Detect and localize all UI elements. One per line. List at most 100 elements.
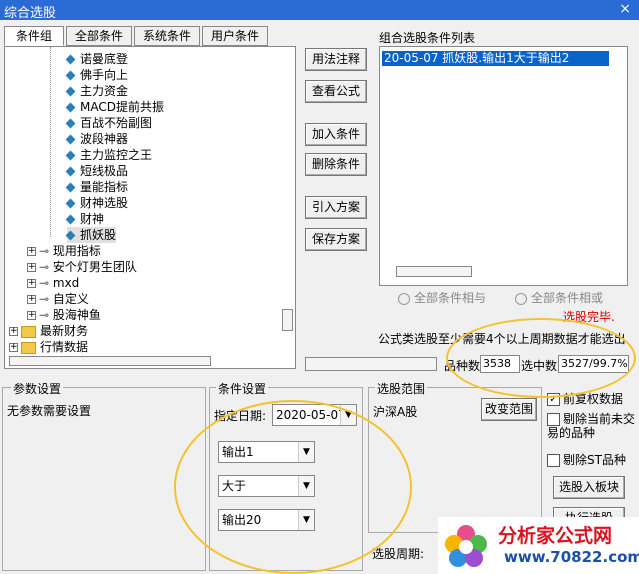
watermark-url: www.70822.com <box>504 548 639 566</box>
tree-item[interactable]: 短线极品 <box>65 163 128 179</box>
tab-all-conditions[interactable]: 全部条件 <box>66 26 132 46</box>
tree-item[interactable]: 财神选股 <box>65 195 128 211</box>
right-operand-select[interactable]: 输出20 ▼ <box>218 509 315 531</box>
tree-group[interactable]: + ⊸ 自定义 <box>27 291 89 307</box>
flower-logo-icon <box>445 525 487 567</box>
formula-icon <box>65 166 76 177</box>
chevron-down-icon[interactable]: ▼ <box>340 405 356 425</box>
date-picker[interactable]: 2020-05-07 ▼ <box>272 404 357 426</box>
tree-group[interactable]: + ⊸ 现用指标 <box>27 243 101 259</box>
tree-item[interactable]: 百战不殆副图 <box>65 115 152 131</box>
formula-icon <box>65 198 76 209</box>
formula-icon <box>65 150 76 161</box>
tab-user-conditions[interactable]: 用户条件 <box>202 26 268 46</box>
exclude-suspended-checkbox[interactable]: 剔除当前未交易的品种 <box>547 412 637 440</box>
condition-settings-title: 条件设置 <box>216 380 269 397</box>
tree-group[interactable]: + ⊸ mxd <box>27 275 79 291</box>
params-group: 参数设置 无参数需要设置 <box>2 380 206 571</box>
range-value: 沪深A股 <box>373 405 418 419</box>
view-formula-button[interactable]: 查看公式 <box>305 80 367 103</box>
formula-icon <box>65 70 76 81</box>
condition-settings-group: 条件设置 指定日期: 2020-05-07 ▼ 输出1 ▼ 大于 ▼ 输出20 ▼ <box>209 380 363 571</box>
expand-icon[interactable]: + <box>27 295 36 304</box>
params-title: 参数设置 <box>11 380 64 397</box>
checkbox-icon <box>547 413 560 426</box>
condition-list-title: 组合选股条件列表 <box>379 31 476 45</box>
selected-count-field: 3527/99.7% <box>558 355 629 373</box>
tree-item[interactable]: 财神 <box>65 211 104 227</box>
exclude-st-checkbox[interactable]: 剔除ST品种 <box>547 451 626 468</box>
horizontal-scrollbar[interactable] <box>396 266 472 277</box>
formula-icon <box>65 54 76 65</box>
tree-folder[interactable]: + 行情数据 <box>9 339 88 355</box>
save-plan-button[interactable]: 保存方案 <box>305 228 367 251</box>
radio-icon <box>398 292 410 305</box>
range-title: 选股范围 <box>375 380 428 397</box>
formula-icon <box>65 134 76 145</box>
folder-icon <box>21 341 36 354</box>
pre-adjust-checkbox[interactable]: ✓ 前复权数据 <box>547 390 623 407</box>
import-plan-button[interactable]: 引入方案 <box>305 196 367 219</box>
stock-count-field: 3538 <box>480 355 520 373</box>
formula-icon <box>65 182 76 193</box>
operator-select[interactable]: 大于 ▼ <box>218 475 315 497</box>
expand-icon[interactable]: + <box>9 343 18 352</box>
tree-item[interactable]: 主力监控之王 <box>65 147 152 163</box>
checkbox-checked-icon: ✓ <box>547 393 560 406</box>
tree-item[interactable]: 主力资金 <box>65 83 128 99</box>
to-board-button[interactable]: 选股入板块 <box>553 476 625 499</box>
formula-icon <box>65 230 76 241</box>
tree-item[interactable]: 诺曼底登 <box>65 51 128 67</box>
tree-item[interactable]: 波段神器 <box>65 131 128 147</box>
selected-count-label: 选中数 <box>521 359 558 373</box>
condition-tree[interactable]: 诺曼底登 佛手向上 主力资金 MACD提前共振 百战不殆副图 波段神器 主力监控… <box>4 46 296 369</box>
formula-icon <box>65 118 76 129</box>
chevron-down-icon[interactable]: ▼ <box>298 510 314 530</box>
logic-or-radio[interactable]: 全部条件相或 <box>515 289 603 306</box>
change-range-button[interactable]: 改变范围 <box>481 398 537 421</box>
tree-group[interactable]: + ⊸ 股海神鱼 <box>27 307 101 323</box>
watermark: 分析家公式网 www.70822.com <box>438 517 639 574</box>
tree-folder[interactable]: + 最新财务 <box>9 323 88 339</box>
chevron-down-icon[interactable]: ▼ <box>298 442 314 462</box>
logic-and-radio[interactable]: 全部条件相与 <box>398 289 486 306</box>
condition-list-item[interactable]: 20-05-07 抓妖股.输出1大于输出2 <box>382 51 609 66</box>
range-group: 选股范围 沪深A股 改变范围 <box>368 380 542 533</box>
delete-condition-button[interactable]: 删除条件 <box>305 153 367 176</box>
vertical-scrollbar[interactable] <box>282 309 293 331</box>
radio-icon <box>515 292 527 305</box>
left-operand-select[interactable]: 输出1 ▼ <box>218 441 315 463</box>
tree-item[interactable]: 量能指标 <box>65 179 128 195</box>
tree-item-selected[interactable]: 抓妖股 <box>65 227 117 243</box>
tree-group[interactable]: + ⊸ 安个灯男生团队 <box>27 259 137 275</box>
add-condition-button[interactable]: 加入条件 <box>305 123 367 146</box>
chevron-down-icon[interactable]: ▼ <box>298 476 314 496</box>
formula-icon <box>65 214 76 225</box>
tree-item[interactable]: MACD提前共振 <box>65 99 164 115</box>
usage-button[interactable]: 用法注释 <box>305 48 367 71</box>
watermark-brand: 分析家公式网 <box>498 525 613 547</box>
title-bar: 综合选股 × <box>0 0 639 21</box>
horizontal-scrollbar[interactable] <box>9 356 211 366</box>
status-done: 选股完毕. <box>563 310 615 324</box>
period-label: 选股周期: <box>372 547 425 561</box>
window-title: 综合选股 <box>4 6 57 21</box>
stock-count-label: 品种数 <box>444 359 481 373</box>
close-icon[interactable]: × <box>619 1 631 17</box>
expand-icon[interactable]: + <box>9 327 18 336</box>
formula-icon <box>65 102 76 113</box>
tab-condition-group[interactable]: 条件组 <box>4 26 64 46</box>
date-label: 指定日期: <box>214 409 267 423</box>
folder-icon <box>21 325 36 338</box>
progress-bar <box>305 357 437 371</box>
checkbox-icon <box>547 454 560 467</box>
condition-list[interactable]: 20-05-07 抓妖股.输出1大于输出2 <box>379 46 628 286</box>
tree-item[interactable]: 佛手向上 <box>65 67 128 83</box>
status-note: 公式类选股至少需要4个以上周期数据才能选出 <box>378 332 626 346</box>
expand-icon[interactable]: + <box>27 247 36 256</box>
expand-icon[interactable]: + <box>27 263 36 272</box>
expand-icon[interactable]: + <box>27 279 36 288</box>
expand-icon[interactable]: + <box>27 311 36 320</box>
params-text: 无参数需要设置 <box>7 404 92 418</box>
tab-system-conditions[interactable]: 系统条件 <box>134 26 200 46</box>
